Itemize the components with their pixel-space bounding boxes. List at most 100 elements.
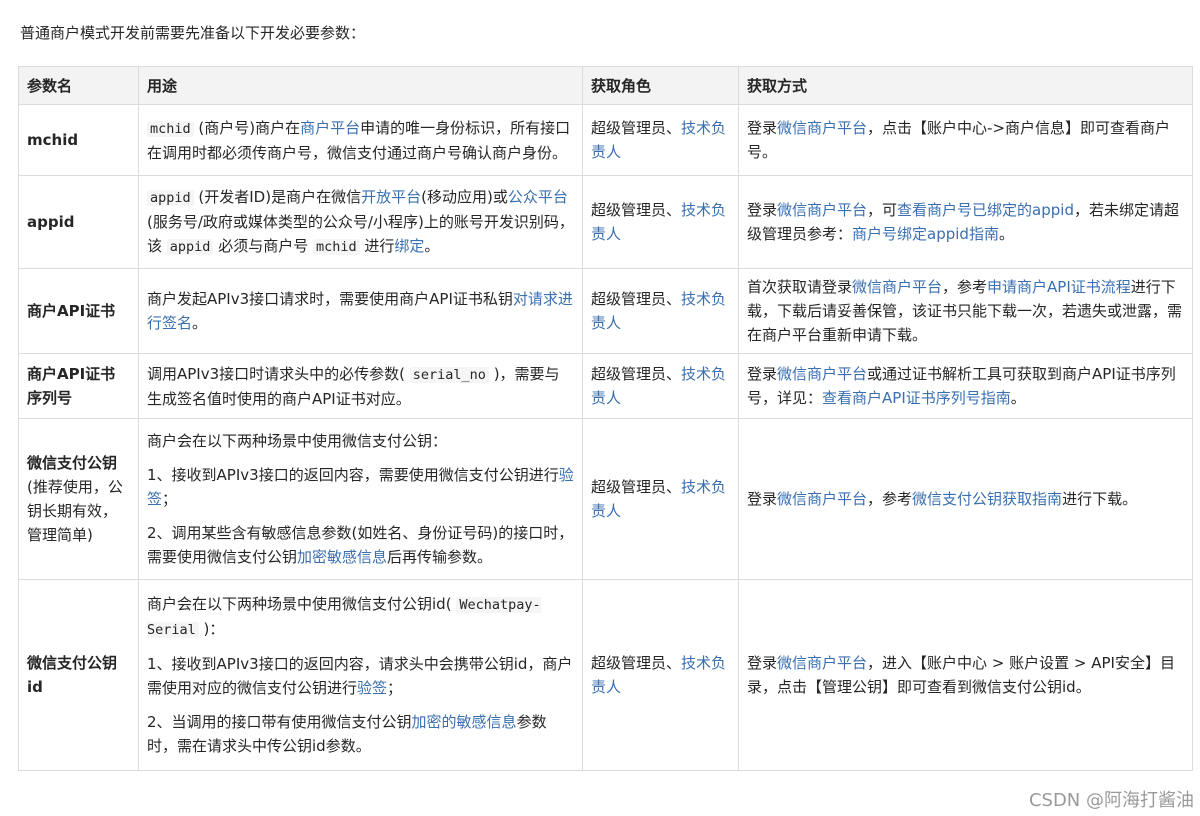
table-row: 微信支付公钥id 商户会在以下两种场景中使用微信支付公钥id( Wechatpa… [18, 579, 1193, 771]
text: 登录 [747, 201, 778, 219]
role-admin: 超级管理员、 [591, 201, 682, 219]
link-wechat-merchant-platform[interactable]: 微信商户平台 [777, 490, 867, 508]
text: 登录 [747, 119, 778, 137]
param-role: 超级管理员、技术负责人 [582, 579, 739, 771]
link-encrypted-sensitive-info[interactable]: 加密的敏感信息 [412, 713, 517, 731]
watermark: CSDN @阿海打酱油 [1028, 790, 1194, 811]
text: 调用APIv3接口时请求头中的必传参数( [147, 364, 410, 383]
usage-scenario-2: 2、调用某些含有敏感信息参数(如姓名、身份证号码)的接口时，需要使用微信支付公钥… [147, 521, 574, 569]
param-method: 登录微信商户平台，点击【账户中心->商户信息】即可查看商户号。 [738, 104, 1193, 176]
link-view-bound-appid[interactable]: 查看商户号已绑定的appid [897, 201, 1074, 219]
table-row: 商户API证书 商户发起APIv3接口请求时，需要使用商户API证书私钥对请求进… [18, 268, 1193, 354]
table-row: mchid mchid (商户号)商户在商户平台申请的唯一身份标识，所有接口在调… [18, 104, 1193, 176]
param-usage: 商户会在以下两种场景中使用微信支付公钥： 1、接收到APIv3接口的返回内容，需… [138, 418, 583, 580]
link-public-platform[interactable]: 公众平台 [508, 188, 568, 206]
param-role: 超级管理员、技术负责人 [582, 418, 739, 580]
link-wechat-merchant-platform[interactable]: 微信商户平台 [852, 278, 942, 296]
text: ； [162, 490, 178, 508]
param-role: 超级管理员、技术负责人 [582, 268, 739, 354]
param-role: 超级管理员、技术负责人 [582, 175, 739, 269]
link-cert-serial-guide[interactable]: 查看商户API证书序列号指南 [822, 389, 1011, 407]
link-open-platform[interactable]: 开放平台 [361, 188, 421, 206]
header-param-name: 参数名 [18, 66, 139, 105]
usage-scenario-1: 1、接收到APIv3接口的返回内容，请求头中会携带公钥id，商户需使用对应的微信… [147, 652, 574, 700]
text: (移动应用)或 [421, 188, 508, 206]
inline-code: mchid [147, 120, 194, 137]
inline-code: appid [147, 190, 194, 206]
param-method: 登录微信商户平台，进入【账户中心 > 账户设置 > API安全】目录，点击【管理… [738, 579, 1193, 771]
param-name-note: (推荐使用，公钥长期有效，管理简单) [27, 478, 123, 544]
link-merchant-platform[interactable]: 商户平台 [300, 119, 360, 137]
header-usage: 用途 [138, 66, 583, 105]
link-wechat-merchant-platform[interactable]: 微信商户平台 [777, 654, 867, 672]
link-verify-sign[interactable]: 验签 [357, 679, 387, 697]
param-usage: 调用APIv3接口时请求头中的必传参数( serial_no )，需要与生成签名… [138, 353, 583, 419]
table-row: 商户API证书序列号 调用APIv3接口时请求头中的必传参数( serial_n… [18, 353, 1193, 419]
inline-code: mchid [312, 239, 360, 255]
param-usage: mchid (商户号)商户在商户平台申请的唯一身份标识，所有接口在调用时都必须传… [138, 104, 583, 176]
text: 登录 [747, 365, 778, 383]
text: (商户号)商户在 [193, 118, 301, 137]
table-row: appid appid (开发者ID)是商户在微信开放平台(移动应用)或公众平台… [18, 175, 1193, 269]
intro-text: 普通商户模式开发前需要先准备以下开发必要参数： [20, 24, 366, 42]
role-admin: 超级管理员、 [591, 654, 682, 672]
inline-code: appid [166, 239, 214, 255]
usage-intro: 商户会在以下两种场景中使用微信支付公钥id( Wechatpay-Serial … [147, 592, 574, 642]
param-method: 首次获取请登录微信商户平台，参考申请商户API证书流程进行下载，下载后请妥善保管… [738, 268, 1193, 354]
text: 。 [998, 225, 1014, 243]
param-usage: appid (开发者ID)是商户在微信开放平台(移动应用)或公众平台(服务号/政… [138, 175, 583, 269]
link-wechat-merchant-platform[interactable]: 微信商户平台 [777, 119, 867, 137]
text: ； [387, 679, 403, 697]
link-wechat-merchant-platform[interactable]: 微信商户平台 [777, 365, 867, 383]
param-usage: 商户发起APIv3接口请求时，需要使用商户API证书私钥对请求进行签名。 [138, 268, 583, 354]
role-admin: 超级管理员、 [591, 290, 682, 308]
text: 后再传输参数。 [387, 548, 493, 566]
text: 登录 [747, 654, 778, 672]
param-method: 登录微信商户平台或通过证书解析工具可获取到商户API证书序列号，详见：查看商户A… [738, 353, 1193, 419]
params-table: 参数名 用途 获取角色 获取方式 mchid mchid (商户号)商户在商户平… [18, 66, 1193, 771]
param-role: 超级管理员、技术负责人 [582, 353, 739, 419]
usage-scenario-1: 1、接收到APIv3接口的返回内容，需要使用微信支付公钥进行验签； [147, 463, 574, 511]
text: )： [198, 620, 225, 638]
text: 。 [424, 237, 440, 255]
param-name: 商户API证书序列号 [18, 353, 139, 419]
text: 。 [192, 314, 208, 332]
text: 1、接收到APIv3接口的返回内容，需要使用微信支付公钥进行 [147, 466, 559, 484]
param-method: 登录微信商户平台，可查看商户号已绑定的appid，若未绑定请超级管理员参考：商户… [738, 175, 1193, 269]
role-admin: 超级管理员、 [591, 119, 682, 137]
link-bind-appid-guide[interactable]: 商户号绑定appid指南 [852, 225, 999, 243]
param-name: 微信支付公钥 [27, 454, 118, 472]
param-usage: 商户会在以下两种场景中使用微信支付公钥id( Wechatpay-Serial … [138, 579, 583, 771]
text: ，参考 [867, 490, 913, 508]
usage-intro: 商户会在以下两种场景中使用微信支付公钥： [147, 432, 448, 450]
param-name-cell: 微信支付公钥 (推荐使用，公钥长期有效，管理简单) [18, 418, 139, 580]
link-encrypt-sensitive-info[interactable]: 加密敏感信息 [297, 548, 387, 566]
param-name: 微信支付公钥id [18, 579, 139, 771]
text: ，参考 [942, 278, 988, 296]
param-name: appid [18, 175, 139, 269]
table-header-row: 参数名 用途 获取角色 获取方式 [18, 66, 1193, 105]
text: 2、当调用的接口带有使用微信支付公钥 [147, 713, 412, 731]
header-role: 获取角色 [582, 66, 739, 105]
text: 商户发起APIv3接口请求时，需要使用商户API证书私钥 [147, 290, 513, 308]
text: ，可 [867, 201, 898, 219]
text: (开发者ID)是商户在微信 [193, 188, 362, 206]
link-wechat-merchant-platform[interactable]: 微信商户平台 [777, 201, 867, 219]
link-bind[interactable]: 绑定 [394, 237, 424, 255]
link-public-key-guide[interactable]: 微信支付公钥获取指南 [912, 490, 1062, 508]
table-row: 微信支付公钥 (推荐使用，公钥长期有效，管理简单) 商户会在以下两种场景中使用微信… [18, 418, 1193, 580]
text: 进行 [359, 237, 395, 255]
text: 登录 [747, 490, 778, 508]
role-admin: 超级管理员、 [591, 365, 682, 383]
text: 必须与商户号 [213, 237, 313, 255]
text: 。 [1010, 389, 1026, 407]
usage-scenario-2: 2、当调用的接口带有使用微信支付公钥加密的敏感信息参数时，需在请求头中传公钥id… [147, 710, 574, 758]
text: 首次获取请登录 [747, 278, 853, 296]
param-name: mchid [18, 104, 139, 176]
link-apply-cert-flow[interactable]: 申请商户API证书流程 [987, 278, 1131, 296]
param-role: 超级管理员、技术负责人 [582, 104, 739, 176]
inline-code: serial_no [409, 366, 489, 383]
text: 商户会在以下两种场景中使用微信支付公钥id( [147, 595, 457, 613]
param-name: 商户API证书 [18, 268, 139, 354]
role-admin: 超级管理员、 [591, 478, 682, 496]
